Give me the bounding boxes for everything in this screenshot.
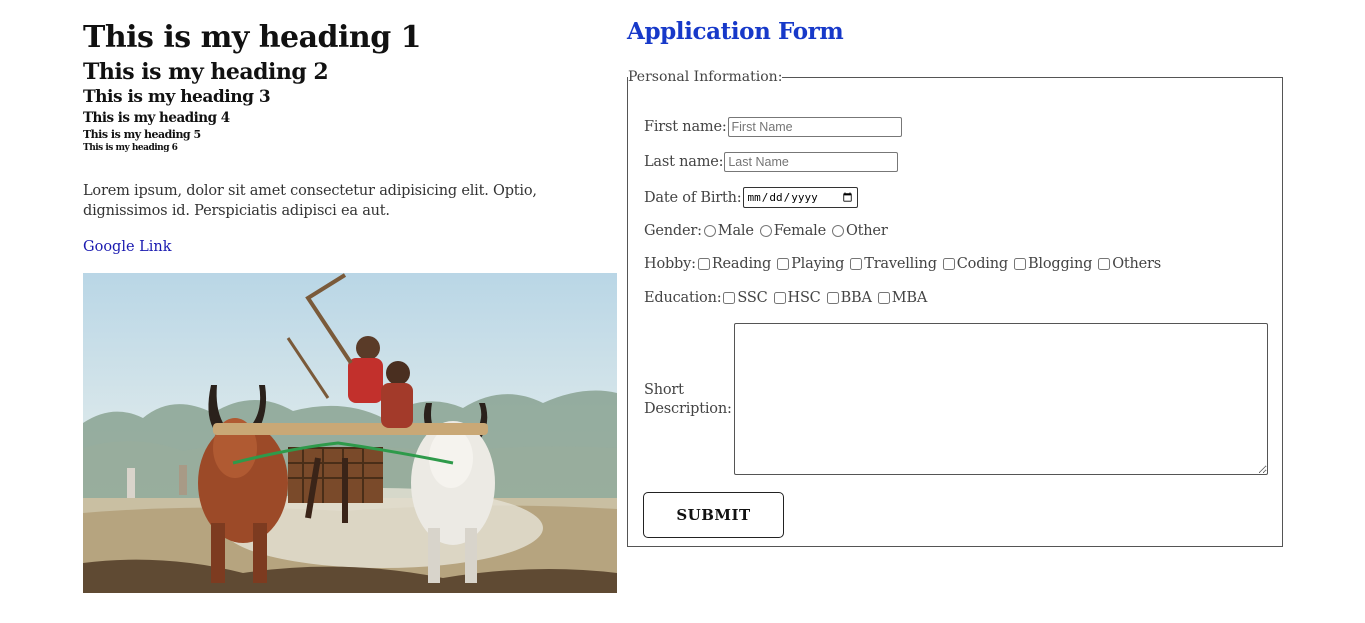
short-description-label: Short Description: (644, 381, 732, 419)
hobby-option-label: Reading (711, 256, 772, 272)
hobby-option-label: Coding (956, 256, 1008, 272)
heading-3: This is my heading 3 (83, 87, 271, 107)
last-name-row: Last name: (644, 152, 899, 172)
short-description-textarea[interactable] (734, 323, 1268, 475)
education-label: Education: (644, 290, 722, 306)
lorem-paragraph: Lorem ipsum, dolor sit amet consectetur … (83, 183, 537, 219)
content-column: This is my heading 1 This is my heading … (83, 18, 617, 255)
gender-label: Gender: (644, 223, 702, 239)
first-name-input[interactable] (727, 117, 902, 137)
hobby-option-label: Others (1112, 256, 1162, 272)
gender-row: Gender: Male Female Other (644, 223, 892, 239)
education-row: Education: SSC HSC BBA MBA (644, 290, 931, 306)
education-option-label: SSC (737, 290, 768, 306)
hobby-label: Hobby: (644, 256, 696, 272)
gender-radio-female[interactable] (759, 225, 772, 237)
heading-4: This is my heading 4 (83, 110, 230, 126)
education-option-label: MBA (891, 290, 928, 306)
heading-6: This is my heading 6 (83, 143, 178, 153)
hobby-checkbox-travelling[interactable] (850, 258, 863, 270)
hobby-option-label: Playing (791, 256, 845, 272)
hobby-checkbox-others[interactable] (1098, 258, 1111, 270)
personal-information-fieldset: Personal Information: First name: Last n… (627, 69, 1283, 547)
form-title: Application Form (627, 18, 844, 45)
last-name-input[interactable] (724, 152, 899, 172)
hobby-row: Hobby: Reading Playing Travelling Coding… (644, 256, 1165, 272)
education-checkbox-bba[interactable] (826, 292, 839, 304)
heading-2: This is my heading 2 (83, 59, 329, 85)
hobby-checkbox-coding[interactable] (942, 258, 955, 270)
education-option-label: BBA (840, 290, 872, 306)
dob-label: Date of Birth: (644, 189, 742, 206)
heading-5: This is my heading 5 (83, 128, 201, 141)
hobby-checkbox-playing[interactable] (777, 258, 790, 270)
gender-option-label: Male (717, 223, 754, 239)
short-description-label-line-2: Description: (644, 401, 732, 417)
date-of-birth-input[interactable] (743, 187, 859, 208)
fieldset-legend: Personal Information: (628, 69, 783, 85)
bull-race-photo (83, 273, 617, 593)
submit-button[interactable]: SUBMIT (643, 492, 784, 538)
gender-option-label: Female (773, 223, 826, 239)
gender-radio-male[interactable] (703, 225, 716, 237)
education-option-label: HSC (787, 290, 821, 306)
hobby-checkbox-reading[interactable] (697, 258, 710, 270)
dob-row: Date of Birth: (644, 187, 859, 208)
first-name-row: First name: (644, 117, 902, 137)
last-name-label: Last name: (644, 154, 724, 170)
hobby-checkbox-blogging[interactable] (1013, 258, 1026, 270)
education-checkbox-ssc[interactable] (723, 292, 736, 304)
hobby-option-label: Travelling (864, 256, 937, 272)
gender-radio-other[interactable] (831, 225, 844, 237)
gender-option-label: Other (845, 223, 888, 239)
heading-1: This is my heading 1 (83, 20, 422, 55)
short-description-label-line-1: Short (644, 382, 684, 398)
education-checkbox-hsc[interactable] (773, 292, 786, 304)
hobby-option-label: Blogging (1027, 256, 1093, 272)
google-link[interactable]: Google Link (83, 239, 617, 255)
first-name-label: First name: (644, 119, 727, 135)
education-checkbox-mba[interactable] (877, 292, 890, 304)
